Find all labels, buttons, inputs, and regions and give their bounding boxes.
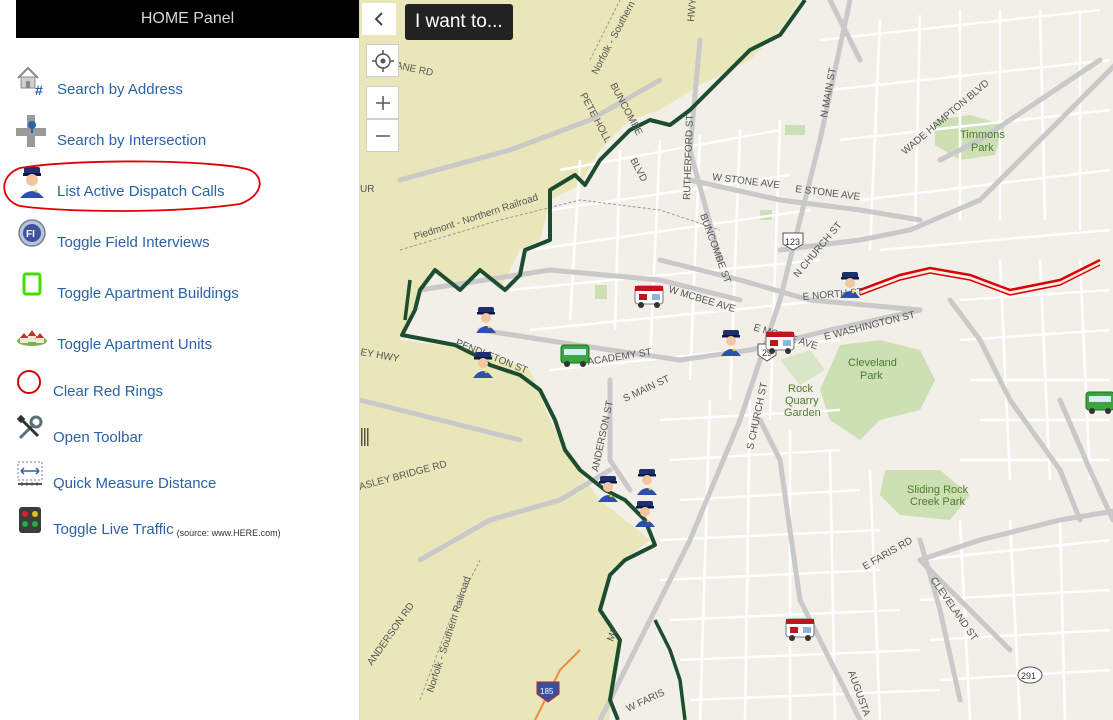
route-291-shield: 291 (1017, 666, 1043, 684)
place-label: Cleveland (848, 357, 897, 369)
street-label: HWY (686, 0, 699, 22)
place-label: Park (860, 370, 883, 382)
traffic-source-note: (source: www.HERE.com) (176, 528, 281, 538)
menu-label: Toggle Field Interviews (57, 234, 210, 251)
shield-label: 123 (785, 237, 800, 247)
toggle-field-interviews-button[interactable]: FI Toggle Field Interviews (16, 217, 210, 251)
svg-text:FI: FI (26, 229, 35, 240)
place-label: Sliding Rock (907, 484, 969, 496)
park-area (785, 125, 805, 135)
red-ring-icon (17, 370, 41, 394)
map-canvas[interactable]: 123 29 185 291 W STONE AVE E STONE AVE W… (360, 0, 1113, 720)
quick-measure-distance-button[interactable]: Quick Measure Distance (16, 458, 216, 492)
place-label: Rock (788, 383, 814, 395)
menu-label: Search by Address (57, 81, 183, 98)
clear-red-rings-button[interactable]: Clear Red Rings (16, 366, 163, 400)
zoom-in-button[interactable] (366, 86, 399, 119)
house-address-icon: # (17, 66, 43, 98)
apartment-units-icon (17, 330, 47, 346)
chevron-left-icon (374, 12, 383, 26)
menu-label: Toggle Apartment Buildings (57, 285, 239, 302)
menu-label: Toggle Live Traffic (53, 521, 174, 538)
zoom-out-button[interactable] (366, 119, 399, 152)
collapse-panel-button[interactable] (362, 3, 396, 35)
toggle-apartment-units-button[interactable]: Toggle Apartment Units (16, 319, 212, 353)
svg-text:#: # (35, 82, 43, 98)
i-want-to-button[interactable]: I want to... (405, 4, 513, 40)
place-label: Creek Park (910, 496, 966, 508)
map-view[interactable]: 123 29 185 291 W STONE AVE E STONE AVE W… (360, 0, 1113, 720)
list-active-dispatch-calls-button[interactable]: List Active Dispatch Calls (16, 166, 225, 200)
shield-label: 291 (1021, 671, 1036, 681)
police-officer-icon (20, 167, 44, 198)
fi-badge-icon: FI (18, 219, 46, 247)
search-by-address-button[interactable]: # Search by Address (16, 64, 183, 98)
menu-label: Search by Intersection (57, 132, 207, 149)
place-label: Garden (784, 407, 821, 419)
home-panel: HOME Panel # Search by Address Search by… (0, 0, 360, 720)
panel-title: HOME Panel (16, 0, 359, 38)
traffic-light-icon (19, 507, 41, 533)
menu-label: Clear Red Rings (53, 383, 164, 400)
menu-label: Quick Measure Distance (53, 475, 217, 492)
measure-icon (17, 461, 43, 486)
locate-me-button[interactable] (366, 44, 399, 77)
place-label: Timmons (960, 129, 1005, 141)
plus-icon (375, 95, 390, 110)
grip-icon (361, 428, 369, 446)
panel-resize-handle[interactable] (361, 426, 369, 448)
menu-label: List Active Dispatch Calls (57, 183, 225, 200)
minus-icon (375, 134, 390, 137)
menu-label: Toggle Apartment Units (57, 336, 213, 353)
menu-label: Open Toolbar (53, 429, 143, 446)
crosshair-locate-icon (371, 49, 394, 72)
toggle-apartment-buildings-button[interactable]: Toggle Apartment Buildings (16, 268, 239, 302)
open-toolbar-button[interactable]: Open Toolbar (16, 412, 143, 446)
place-label: Park (971, 142, 994, 154)
green-square-icon (22, 272, 42, 296)
tools-icon (16, 414, 43, 440)
park-area (595, 285, 607, 299)
shield-label: 185 (540, 687, 554, 696)
place-label: Quarry (785, 395, 819, 407)
search-by-intersection-button[interactable]: Search by Intersection (16, 115, 206, 149)
intersection-icon (16, 115, 46, 147)
toggle-live-traffic-button[interactable]: Toggle Live Traffic (source: www.HERE.co… (16, 504, 281, 538)
street-label: UR (360, 184, 374, 195)
